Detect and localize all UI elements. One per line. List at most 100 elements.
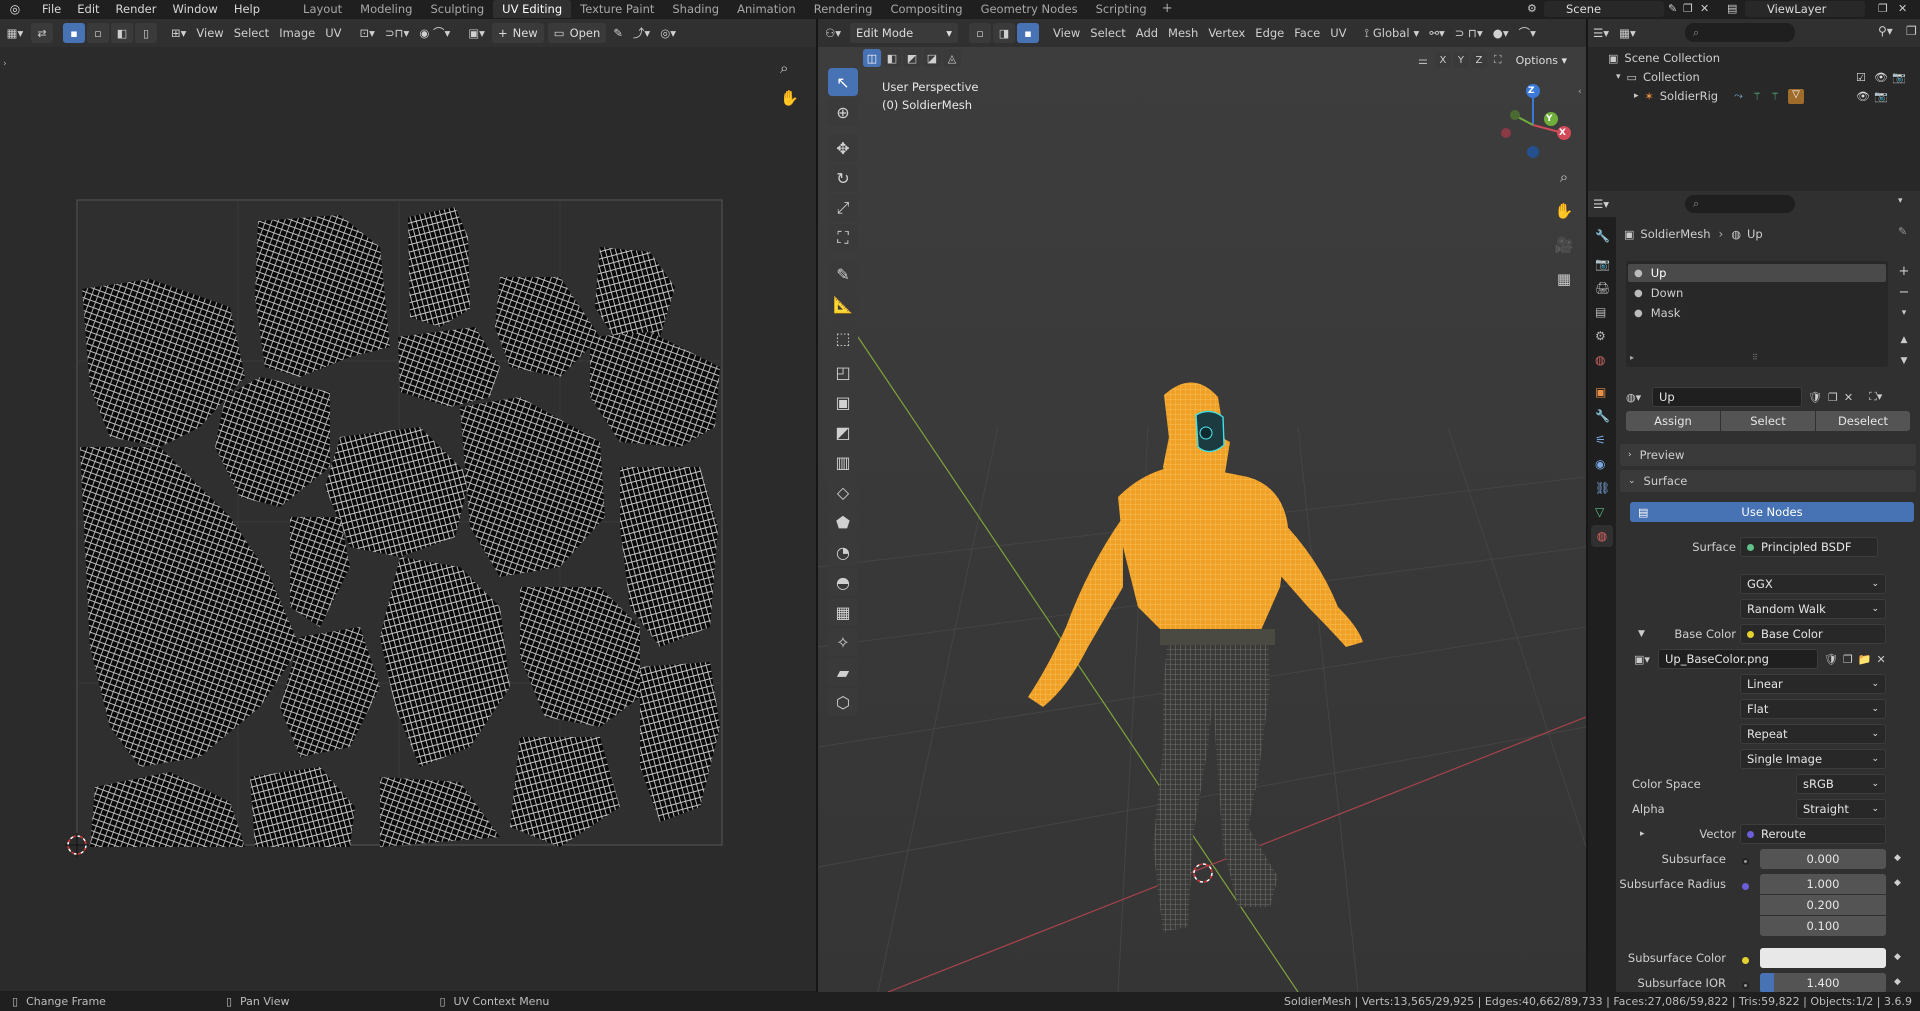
inset-tool-icon[interactable]: ▣: [828, 388, 858, 416]
add-slot-icon[interactable]: +: [1894, 261, 1914, 282]
object-visibility-icon[interactable]: 👁: [1856, 90, 1870, 103]
menu-edit[interactable]: Edit: [69, 2, 107, 16]
tab-geometry-nodes[interactable]: Geometry Nodes: [972, 0, 1087, 18]
pivot-icon[interactable]: ⊡▾: [355, 23, 380, 43]
world-tab-icon[interactable]: ◍: [1595, 353, 1605, 367]
tab-scripting[interactable]: Scripting: [1087, 0, 1156, 18]
uv-sync-icon[interactable]: ⇄: [31, 23, 53, 43]
select-button[interactable]: Select: [1721, 411, 1815, 431]
vp-menu-face[interactable]: Face: [1289, 23, 1325, 43]
tab-animation[interactable]: Animation: [728, 0, 805, 18]
projection-dropdown[interactable]: Flat ⌄: [1740, 699, 1886, 719]
cursor-tool-icon[interactable]: ⊕: [828, 98, 858, 126]
alpha-dropdown[interactable]: Straight ⌄: [1796, 799, 1886, 819]
snap-icon[interactable]: ⊃⊓▾: [380, 23, 414, 43]
new-view-layer-icon[interactable]: ❐: [1878, 2, 1888, 15]
mirror-y-toggle[interactable]: Y: [1452, 52, 1469, 68]
face-select-icon[interactable]: ◧: [111, 23, 133, 43]
view-layer-tab-icon[interactable]: ▤: [1595, 305, 1606, 319]
scene-tab-icon[interactable]: ⚙: [1595, 329, 1606, 343]
vp-snap-icon[interactable]: ⊃ ⊓▾: [1450, 23, 1488, 43]
blender-logo-icon[interactable]: ◎: [6, 0, 24, 18]
image-fake-user-icon[interactable]: 🛡: [1824, 653, 1838, 666]
tab-modeling[interactable]: Modeling: [351, 0, 421, 18]
tab-sculpting[interactable]: Sculpting: [421, 0, 493, 18]
vp-menu-uv[interactable]: UV: [1325, 23, 1351, 43]
collection-render-icon[interactable]: 📷: [1892, 71, 1906, 84]
object-expand-icon[interactable]: ▸: [1634, 91, 1639, 101]
properties-options-icon[interactable]: ▾: [1898, 196, 1903, 206]
physics-tab-icon[interactable]: ◉: [1595, 457, 1605, 471]
assign-button[interactable]: Assign: [1626, 411, 1720, 431]
uv-menu-uv[interactable]: UV: [320, 23, 346, 43]
ior-socket-icon[interactable]: [1742, 978, 1756, 992]
bevel-tool-icon[interactable]: ◩: [828, 418, 858, 446]
bone-icon[interactable]: ⚚: [1752, 90, 1762, 103]
vp-sidebar-toggle-icon[interactable]: ‹: [1578, 87, 1582, 97]
menu-help[interactable]: Help: [226, 2, 268, 16]
select-box-new-icon[interactable]: ◫: [863, 49, 881, 67]
list-expand-icon[interactable]: ▸: [1630, 353, 1634, 362]
add-cube-tool-icon[interactable]: ⬚: [828, 324, 858, 352]
new-collection-icon[interactable]: ❐: [1906, 24, 1917, 38]
preview-panel-header[interactable]: › Preview: [1620, 444, 1916, 466]
move-slot-down-icon[interactable]: ▼: [1894, 351, 1914, 372]
camera-view-icon[interactable]: 🎥: [1552, 233, 1576, 257]
delete-scene-icon[interactable]: ✕: [1700, 2, 1709, 15]
shrink-fatten-tool-icon[interactable]: ✧: [828, 628, 858, 656]
outliner-scene-collection[interactable]: ▣ Scene Collection: [1608, 49, 1720, 67]
output-tab-icon[interactable]: 🖨: [1595, 281, 1610, 295]
knife-tool-icon[interactable]: ◇: [828, 478, 858, 506]
pose-icon[interactable]: ⤳: [1734, 89, 1743, 103]
duplicate-material-icon[interactable]: ❐: [1828, 391, 1838, 404]
sticky-select-icon[interactable]: ⊞▾: [166, 23, 191, 43]
extrude-tool-icon[interactable]: ◰: [828, 358, 858, 386]
render-tab-icon[interactable]: 📷: [1595, 257, 1610, 271]
object-tab-icon[interactable]: ▣: [1595, 385, 1606, 399]
source-dropdown[interactable]: Single Image ⌄: [1740, 749, 1886, 769]
properties-search[interactable]: ⌕: [1685, 195, 1795, 213]
tab-rendering[interactable]: Rendering: [805, 0, 882, 18]
material-name-field[interactable]: Up: [1652, 387, 1802, 407]
subsurface-method-dropdown[interactable]: Random Walk ⌄: [1740, 599, 1886, 619]
select-box-invert-icon[interactable]: ◪: [923, 49, 941, 67]
particles-tab-icon[interactable]: ⚟: [1595, 433, 1606, 447]
outliner-editor-type-icon[interactable]: ☰▾: [1588, 23, 1614, 43]
interpolation-dropdown[interactable]: Linear ⌄: [1740, 674, 1886, 694]
mirror-x-toggle[interactable]: X: [1434, 52, 1451, 68]
rip-tool-icon[interactable]: ⬡: [828, 688, 858, 716]
gizmo-toggle-icon[interactable]: ⤴▾: [628, 23, 655, 43]
outliner-object-soldierrig[interactable]: ▸ ✶ SoldierRig ⤳ ⚚ ⚚ ▽ 👁 📷: [1634, 87, 1920, 105]
pin-properties-icon[interactable]: ✎: [1898, 225, 1907, 238]
measure-tool-icon[interactable]: 📐: [828, 290, 858, 318]
smooth-tool-icon[interactable]: ◓: [828, 568, 858, 596]
menu-window[interactable]: Window: [164, 2, 225, 16]
tab-texture-paint[interactable]: Texture Paint: [571, 0, 663, 18]
constraints-tab-icon[interactable]: ⛓: [1595, 481, 1610, 495]
auto-merge-icon[interactable]: ⛶: [1494, 53, 1502, 67]
subsurface-color-socket-icon[interactable]: [1742, 953, 1756, 967]
uv-menu-view[interactable]: View: [191, 23, 228, 43]
menu-render[interactable]: Render: [108, 2, 165, 16]
vp-menu-vertex[interactable]: Vertex: [1203, 23, 1250, 43]
poly-build-tool-icon[interactable]: ⬟: [828, 508, 858, 536]
image-open-icon[interactable]: 📁: [1858, 653, 1872, 666]
data-tab-icon[interactable]: ▽: [1595, 505, 1604, 519]
deselect-button[interactable]: Deselect: [1816, 411, 1910, 431]
vp-menu-select[interactable]: Select: [1085, 23, 1130, 43]
subsurface-color-swatch[interactable]: [1760, 948, 1886, 968]
vp-menu-add[interactable]: Add: [1131, 23, 1163, 43]
unlink-material-icon[interactable]: ✕: [1844, 391, 1853, 404]
edge-slide-tool-icon[interactable]: ▦: [828, 598, 858, 626]
open-image-button[interactable]: ▭ Open: [547, 23, 607, 43]
material-slot-mask[interactable]: ● Mask: [1628, 304, 1886, 322]
radius-z-field[interactable]: 0.100: [1760, 916, 1886, 936]
collection-visibility-icon[interactable]: 👁: [1874, 71, 1888, 84]
modifier-icon[interactable]: ⚚: [1770, 90, 1780, 103]
menu-file[interactable]: File: [34, 2, 69, 16]
image-new-icon[interactable]: ❐: [1843, 653, 1853, 666]
mirror-z-toggle[interactable]: Z: [1470, 52, 1487, 68]
shear-tool-icon[interactable]: ▰: [828, 658, 858, 686]
image-name-field[interactable]: Up_BaseColor.png: [1658, 649, 1818, 669]
scale-tool-icon[interactable]: ⤢: [828, 194, 858, 222]
